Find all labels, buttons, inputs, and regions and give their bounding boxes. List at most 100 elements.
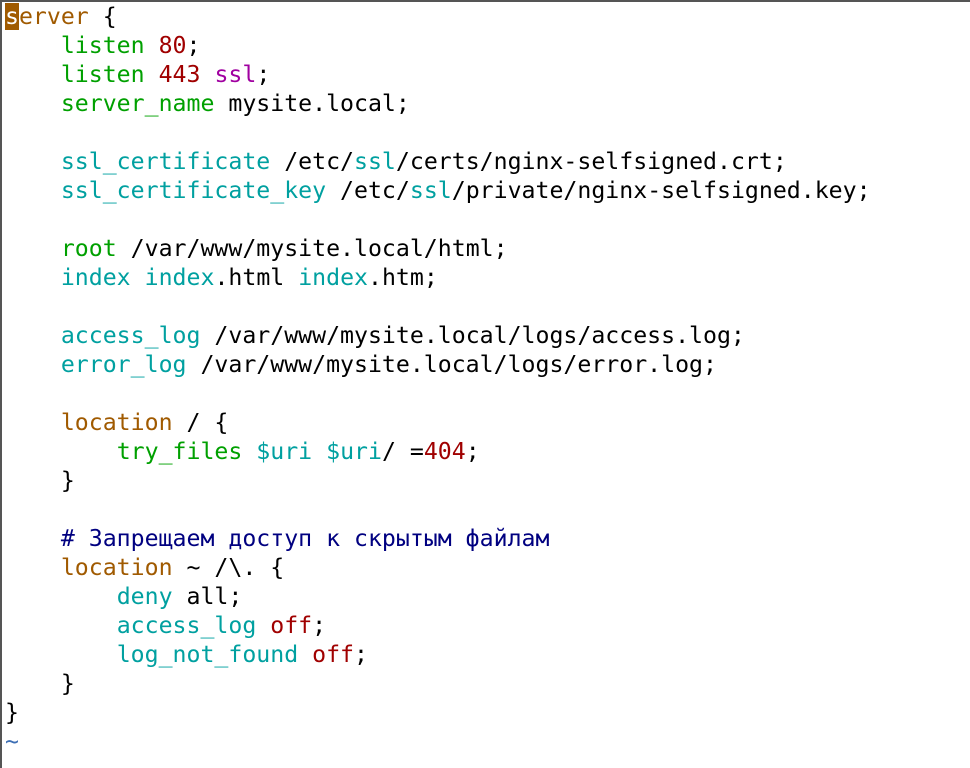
code-buffer[interactable]: server { listen 80; listen 443 ssl; serv… (5, 2, 871, 756)
code-token: 404 (423, 438, 466, 465)
code-token: / = (381, 438, 424, 465)
code-token: ~ (5, 728, 19, 755)
code-token: listen (60, 32, 145, 59)
code-token: deny (116, 583, 173, 610)
code-token: off (312, 641, 355, 668)
code-token: ssl (409, 177, 452, 204)
code-token: access_log (116, 612, 257, 639)
code-token: ~ /\. { (172, 554, 285, 581)
code-token: 80 (158, 32, 187, 59)
code-token: 443 (158, 61, 201, 88)
code-line[interactable] (5, 118, 871, 147)
code-token: $uri (326, 438, 382, 465)
code-line[interactable]: location / { (5, 408, 871, 437)
code-token: $uri (256, 438, 313, 465)
code-token: server_name (60, 90, 215, 117)
code-line[interactable]: ssl_certificate_key /etc/ssl/private/ngi… (5, 176, 871, 205)
code-line[interactable]: access_log /var/www/mysite.local/logs/ac… (5, 321, 871, 350)
code-token: /private/nginx-selfsigned.key; (451, 177, 871, 204)
code-token: .htm; (368, 264, 438, 291)
code-token: ; (354, 641, 368, 668)
code-line[interactable]: } (5, 669, 871, 698)
code-token: off (270, 612, 313, 639)
code-line[interactable]: ssl_certificate /etc/ssl/certs/nginx-sel… (5, 147, 871, 176)
code-token: ; (186, 32, 201, 59)
text-cursor: s (5, 3, 19, 30)
code-token: /certs/nginx-selfsigned.crt; (395, 148, 787, 175)
code-line[interactable] (5, 205, 871, 234)
code-token: /etc/ (326, 177, 410, 204)
code-token: ssl (354, 148, 396, 175)
code-token: root (60, 235, 117, 262)
code-line[interactable]: server_name mysite.local; (5, 89, 871, 118)
code-token: index (144, 264, 215, 291)
code-token: ; (465, 438, 480, 465)
code-token: } (5, 670, 75, 697)
code-line[interactable]: access_log off; (5, 611, 871, 640)
code-token: location (60, 409, 173, 436)
code-token: / { (172, 409, 229, 436)
code-line[interactable]: root /var/www/mysite.local/html; (5, 234, 871, 263)
code-token: try_files (116, 438, 243, 465)
code-token: location (60, 554, 173, 581)
code-token: } (5, 467, 75, 494)
code-token: access_log (60, 322, 201, 349)
code-line[interactable] (5, 495, 871, 524)
code-token: } (5, 699, 19, 726)
code-token: /var/www/mysite.local/html; (116, 235, 508, 262)
code-line[interactable]: server { (5, 2, 871, 31)
code-line[interactable]: location ~ /\. { (5, 553, 871, 582)
code-token: ssl_certificate_key (60, 177, 327, 204)
empty-line-marker[interactable]: ~ (5, 727, 871, 756)
code-token: /var/www/mysite.local/logs/error.log; (186, 351, 717, 378)
code-line[interactable]: listen 443 ssl; (5, 60, 871, 89)
code-line[interactable] (5, 292, 871, 321)
code-token: log_not_found (116, 641, 299, 668)
code-token: /etc/ (270, 148, 355, 175)
code-line[interactable]: listen 80; (5, 31, 871, 60)
code-line[interactable]: index index.html index.htm; (5, 263, 871, 292)
code-line[interactable]: } (5, 466, 871, 495)
code-line[interactable]: error_log /var/www/mysite.local/logs/err… (5, 350, 871, 379)
code-line[interactable]: deny all; (5, 582, 871, 611)
code-token: erver (18, 3, 89, 30)
code-token: mysite.local; (214, 90, 410, 117)
code-line[interactable] (5, 379, 871, 408)
code-token: ssl (214, 61, 257, 88)
code-token: error_log (60, 351, 187, 378)
code-line[interactable]: # Запрещаем доступ к скрытым файлам (5, 524, 871, 553)
code-token: # Запрещаем доступ к скрытым файлам (60, 525, 550, 552)
code-token: ssl_certificate (60, 148, 271, 175)
code-line[interactable]: try_files $uri $uri/ =404; (5, 437, 871, 466)
code-line[interactable]: log_not_found off; (5, 640, 871, 669)
code-token: listen (60, 61, 145, 88)
code-token: ; (256, 61, 271, 88)
code-token: /var/www/mysite.local/logs/access.log; (200, 322, 745, 349)
text-editor[interactable]: server { listen 80; listen 443 ssl; serv… (0, 0, 970, 768)
code-line[interactable]: } (5, 698, 871, 727)
code-token: ; (312, 612, 327, 639)
